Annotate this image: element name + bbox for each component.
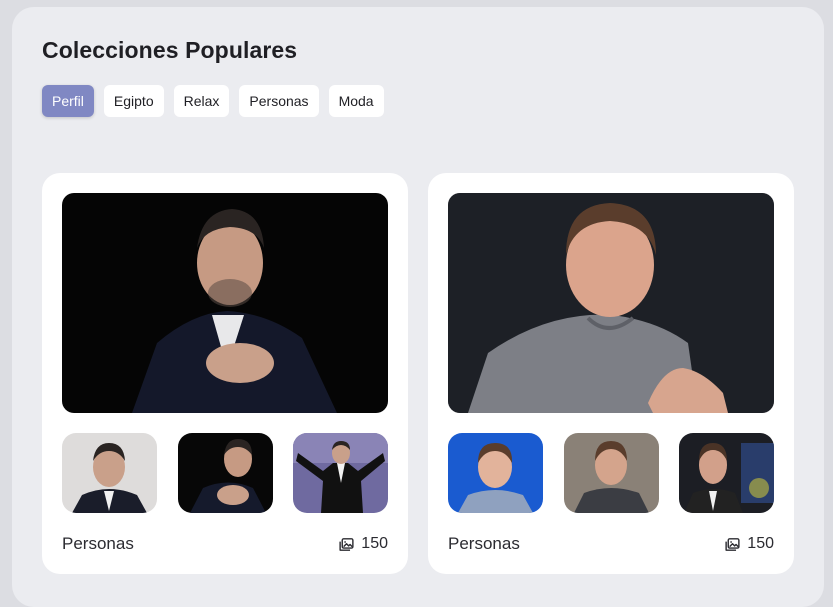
image-count-value: 150	[361, 535, 388, 552]
card-footer: Personas 150	[62, 533, 388, 555]
image-count: 150	[724, 535, 774, 553]
tab-moda[interactable]: Moda	[328, 85, 384, 117]
image-count: 150	[338, 535, 388, 553]
page-title: Colecciones Populares	[42, 37, 298, 63]
image-gallery-icon	[339, 537, 354, 551]
collection-hero-image[interactable]	[448, 193, 774, 413]
thumbnail-row	[62, 433, 388, 513]
card-category: Personas	[62, 534, 134, 553]
thumbnail-image[interactable]	[448, 433, 543, 513]
thumbnail-row	[448, 433, 774, 513]
image-count-value: 150	[747, 535, 774, 552]
tab-relax[interactable]: Relax	[173, 85, 230, 117]
card-footer: Personas 150	[448, 533, 774, 555]
collection-hero-image[interactable]	[62, 193, 388, 413]
collections-panel: Colecciones Populares Perfil Egipto Rela…	[12, 7, 824, 607]
tab-egipto[interactable]: Egipto	[103, 85, 164, 117]
thumbnail-image[interactable]	[679, 433, 774, 513]
thumbnail-image[interactable]	[293, 433, 388, 513]
tab-personas[interactable]: Personas	[239, 85, 319, 117]
tab-perfil[interactable]: Perfil	[42, 85, 94, 117]
thumbnail-image[interactable]	[177, 433, 273, 513]
collection-card[interactable]: Personas 150	[42, 173, 408, 574]
thumbnail-image[interactable]	[563, 433, 659, 513]
collection-card[interactable]: Personas 150	[428, 173, 794, 574]
thumbnail-image[interactable]	[62, 433, 157, 513]
card-category: Personas	[448, 534, 520, 553]
image-gallery-icon	[725, 537, 740, 551]
filter-tabs: Perfil Egipto Relax Personas Moda	[42, 85, 384, 117]
